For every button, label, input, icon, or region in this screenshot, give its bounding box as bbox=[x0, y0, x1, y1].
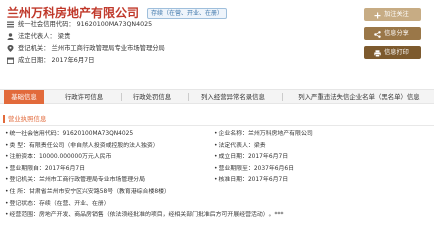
follow-button-label: 加注关注 bbox=[384, 11, 409, 18]
calendar-icon bbox=[6, 57, 15, 65]
tab-abnormal-operation[interactable]: 列入经营异常名录信息 bbox=[193, 90, 273, 104]
term-to-cell: •营业期限至：2037年6月6日 bbox=[214, 165, 294, 172]
follow-button[interactable]: 加注关注 bbox=[364, 8, 421, 21]
established-value: 2017年6月7日 bbox=[51, 57, 95, 64]
print-button-label: 信息打印 bbox=[384, 49, 409, 56]
printer-icon bbox=[374, 49, 381, 57]
registry-label: 登记机关： bbox=[18, 45, 50, 52]
person-icon bbox=[7, 33, 14, 40]
credit-code-line: 统一社会信用代码： 91620100MA73QN4025 bbox=[7, 19, 152, 30]
detail-row: •营业期限自：2017年6月7日 •营业期限至：2037年6月6日 bbox=[0, 164, 434, 176]
address-cell: •住 所：甘肃省兰州市安宁区兴安路58号（教育港综合楼8楼） bbox=[5, 189, 170, 195]
share-button[interactable]: 信息分享 bbox=[364, 27, 421, 40]
share-icon bbox=[374, 30, 381, 38]
print-button[interactable]: 信息打印 bbox=[364, 46, 421, 59]
tab-divider bbox=[188, 93, 189, 101]
status-badge: 存续（在营、开业、在册） bbox=[147, 8, 228, 19]
approval-date-cell: •核准日期：2017年6月7日 bbox=[214, 177, 289, 184]
section-title: 营业执照信息 bbox=[8, 115, 47, 123]
established-label: 成立日期： bbox=[18, 57, 50, 64]
legal-rep-value: 梁贵 bbox=[57, 33, 71, 40]
legal-rep-label: 法定代表人： bbox=[18, 33, 56, 40]
company-name-cell: •企业名称：兰州万科房地产有限公司 bbox=[214, 131, 313, 137]
plus-icon bbox=[374, 11, 381, 19]
detail-row: •注册资本：10000.000000万元人民币 •成立日期：2017年6月7日 bbox=[0, 152, 434, 164]
legal-rep-line: 法定代表人： 梁贵 bbox=[7, 31, 70, 42]
detail-row: •统一社会信用代码：91620100MA73QN4025 •企业名称：兰州万科房… bbox=[0, 129, 434, 141]
tab-bar: 基础信息 行政许可信息 行政处罚信息 列入经营异常名录信息 列入严重违法失信企业… bbox=[0, 89, 434, 104]
detail-row: •登记状态：存续（在营、开业、在册） bbox=[0, 199, 434, 211]
credit-code-value: 91620100MA73QN4025 bbox=[76, 21, 153, 28]
tab-admin-penalty[interactable]: 行政处罚信息 bbox=[126, 90, 178, 104]
detail-row: •住 所：甘肃省兰州市安宁区兴安路58号（教育港综合楼8楼） bbox=[0, 187, 434, 199]
tab-basic-info[interactable]: 基础信息 bbox=[4, 90, 44, 104]
tab-divider bbox=[121, 93, 122, 101]
capital-cell: •注册资本：10000.000000万元人民币 bbox=[5, 154, 112, 161]
registration-status-cell: •登记状态：存续（在营、开业、在册） bbox=[5, 200, 110, 207]
share-button-label: 信息分享 bbox=[384, 30, 409, 37]
tab-blacklist[interactable]: 列入严重违法失信企业名单（黑名单）信息 bbox=[287, 90, 431, 104]
term-from-cell: •营业期限自：2017年6月7日 bbox=[5, 165, 85, 172]
registry-line: 登记机关： 兰州市工商行政管理局专业市场管理分局 bbox=[7, 43, 165, 54]
section-header: 营业执照信息 bbox=[0, 114, 434, 126]
credit-code-label: 统一社会信用代码： bbox=[18, 21, 75, 28]
list-icon bbox=[7, 21, 14, 28]
detail-row: •经营范围：房地产开发、商品房销售（依法须经批准的项目，经相关部门批准后方可开展… bbox=[0, 210, 434, 222]
legal-rep-cell: •法定代表人：梁贵 bbox=[214, 142, 266, 149]
established-line: 成立日期： 2017年6月7日 bbox=[6, 55, 95, 66]
section-accent-bar bbox=[3, 115, 5, 123]
business-scope-cell: •经营范围：房地产开发、商品房销售（依法须经批准的项目，经相关部门批准后方可开展… bbox=[5, 212, 284, 219]
authority-cell: •登记机关：兰州市工商行政管理局专业市场管理分局 bbox=[5, 177, 145, 184]
tab-divider bbox=[282, 93, 283, 101]
credit-code-cell: •统一社会信用代码：91620100MA73QN4025 bbox=[5, 131, 134, 137]
registry-value: 兰州市工商行政管理局专业市场管理分局 bbox=[51, 45, 165, 52]
type-cell: •类 型：有限责任公司（非自然人投资或控股的法人独资） bbox=[5, 142, 159, 149]
location-pin-icon bbox=[7, 45, 14, 52]
established-cell: •成立日期：2017年6月7日 bbox=[214, 154, 289, 161]
detail-row: •类 型：有限责任公司（非自然人投资或控股的法人独资） •法定代表人：梁贵 bbox=[0, 141, 434, 153]
tab-admin-permit[interactable]: 行政许可信息 bbox=[58, 90, 110, 104]
detail-row: •登记机关：兰州市工商行政管理局专业市场管理分局 •核准日期：2017年6月7日 bbox=[0, 175, 434, 187]
company-header: 兰州万科房地产有限公司 存续（在营、开业、在册） 统一社会信用代码： 91620… bbox=[0, 0, 434, 82]
